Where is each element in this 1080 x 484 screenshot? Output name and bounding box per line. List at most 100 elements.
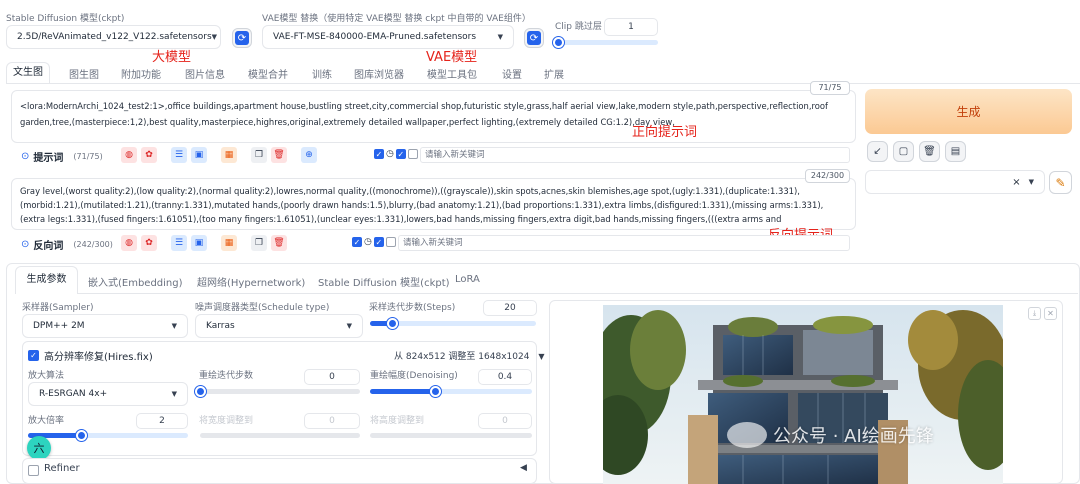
clip-skip-thumb[interactable] [553, 37, 564, 48]
hires-steps-slider[interactable] [200, 389, 360, 394]
chevron-down-icon: ▼ [497, 33, 503, 41]
tab-checkpoint-merger[interactable]: 模型合并 [248, 66, 288, 81]
hires-scale-slider[interactable] [28, 433, 188, 438]
edit-styles-button[interactable]: ✎ [1049, 171, 1072, 194]
bookmark-icon[interactable]: ▣ [191, 235, 207, 251]
negative-prompt-textarea[interactable]: Gray level,(worst quality:2),(low qualit… [11, 178, 856, 230]
positive-keyword-toggles: ✓ ◷ ✓ [374, 149, 418, 159]
chevron-down-icon: ▼ [211, 33, 218, 41]
checkpoint-value: 2.5D/ReVAnimated_v122_V122.safetensors [17, 32, 212, 42]
tab-txt2img[interactable]: 文生图 [6, 62, 50, 84]
checkpoint-refresh-button[interactable]: ⟳ [232, 28, 252, 48]
upscaler-select[interactable]: R-ESRGAN 4x+ ▼ [28, 382, 188, 406]
tab-settings[interactable]: 设置 [502, 66, 522, 81]
copy-icon[interactable]: ❐ [251, 235, 267, 251]
collapse-arrow-icon[interactable]: ▼ [538, 352, 544, 361]
translate-icon[interactable]: ◍ [121, 147, 137, 163]
grid-icon[interactable]: ▦ [221, 235, 237, 251]
keyword-toggle-checkbox[interactable] [407, 149, 418, 159]
translate-icon[interactable]: ◍ [121, 235, 137, 251]
hires-scale-thumb[interactable] [75, 430, 87, 441]
keyword-toggle-checkbox[interactable]: ✓ [374, 149, 384, 159]
vae-value: VAE-FT-MSE-840000-EMA-Pruned.safetensors [273, 32, 477, 42]
steps-thumb[interactable] [386, 318, 398, 329]
history-icon[interactable]: ◷ [364, 237, 372, 247]
clear-icon[interactable]: × [1012, 177, 1020, 188]
hires-fix-checkbox[interactable]: ✓ [28, 350, 39, 361]
tab-extras[interactable]: 附加功能 [121, 66, 161, 81]
tab-png-info[interactable]: 图片信息 [185, 66, 225, 81]
refiner-checkbox[interactable] [28, 465, 39, 476]
negative-prompt-header[interactable]: ⊙ 反向词 (242/300) [21, 237, 113, 252]
gallery-tools: ⤓ ✕ [1028, 307, 1057, 320]
sampler-select[interactable]: DPM++ 2M ▼ [22, 314, 188, 338]
positive-prompt-header[interactable]: ⊙ 提示词 (71/75) [21, 149, 103, 164]
tab-embedding[interactable]: 嵌入式(Embedding) [88, 274, 183, 289]
read-params-icon[interactable]: ↙ [867, 141, 888, 162]
denoise-slider[interactable] [370, 389, 532, 394]
pencil-icon: ✎ [1055, 175, 1066, 190]
grid-icon[interactable]: ▦ [221, 147, 237, 163]
negative-prompt-toolbar: ◍ ✿ ☰ ▣ ▦ ❐ 🗑 [121, 235, 287, 251]
hires-steps-input[interactable]: 0 [304, 369, 360, 385]
schedule-select[interactable]: Karras ▼ [195, 314, 363, 338]
download-icon[interactable]: ⤓ [1028, 307, 1041, 320]
resize-width-input[interactable]: 0 [304, 413, 360, 429]
tab-extensions[interactable]: 扩展 [544, 66, 564, 81]
trash-icon[interactable]: 🗑 [271, 147, 287, 163]
keyword-toggle-checkbox[interactable]: ✓ [395, 149, 406, 159]
negative-prompt-label: 反向词 [33, 241, 64, 252]
tab-model-toolkit[interactable]: 模型工具包 [427, 66, 477, 81]
hires-steps-thumb[interactable] [195, 386, 206, 397]
keyword-toggle-checkbox[interactable]: ✓ [373, 237, 384, 247]
collapse-icon: ⊙ [21, 151, 30, 162]
edit-list-icon[interactable]: ☰ [171, 235, 187, 251]
generated-image[interactable] [603, 305, 1003, 484]
clip-skip-input[interactable]: 1 [604, 18, 658, 36]
copy-icon[interactable]: ❐ [251, 147, 267, 163]
paste-icon[interactable]: ▢ [893, 141, 914, 162]
trash-icon[interactable]: 🗑 [271, 235, 287, 251]
resize-height-slider[interactable] [370, 433, 532, 438]
collapse-icon: ⊙ [21, 239, 30, 250]
denoise-input[interactable]: 0.4 [478, 369, 532, 385]
styles-select[interactable]: × ▼ [865, 170, 1045, 194]
tab-generation-params[interactable]: 生成参数 [15, 266, 78, 294]
negative-prompt-count: (242/300) [73, 240, 113, 249]
negative-keyword-input[interactable]: 请输入新关键词 [398, 235, 850, 251]
settings-gear-icon[interactable]: ✿ [141, 235, 157, 251]
trash-icon[interactable]: 🗑 [919, 141, 940, 162]
positive-prompt-textarea[interactable]: <lora:ModernArchi_1024_test2:1>,office b… [11, 90, 856, 143]
history-icon[interactable]: ◷ [386, 149, 394, 159]
positive-token-counter: 71/75 [810, 81, 850, 95]
clip-skip-slider[interactable] [558, 40, 658, 45]
keyword-toggle-checkbox[interactable]: ✓ [352, 237, 362, 247]
close-icon[interactable]: ✕ [1044, 307, 1057, 320]
denoise-thumb[interactable] [429, 386, 441, 397]
resize-height-input[interactable]: 0 [478, 413, 532, 429]
watermark: 公众号 · AI绘画先锋 [727, 422, 934, 448]
tab-train[interactable]: 训练 [312, 66, 332, 81]
upscaler-label: 放大算法 [28, 371, 65, 381]
hires-scale-input[interactable]: 2 [136, 413, 188, 429]
edit-list-icon[interactable]: ☰ [171, 147, 187, 163]
resize-width-slider[interactable] [200, 433, 360, 438]
tab-label: 生成参数 [26, 274, 67, 285]
expand-arrow-icon[interactable]: ◀ [520, 463, 527, 473]
tab-sd-checkpoint[interactable]: Stable Diffusion 模型(ckpt) [318, 274, 450, 289]
tab-img2img[interactable]: 图生图 [69, 66, 99, 81]
vae-refresh-button[interactable]: ⟳ [524, 28, 544, 48]
tab-lora[interactable]: LoRA [455, 274, 480, 285]
floating-badge[interactable]: 六 [27, 436, 51, 460]
keyword-toggle-checkbox[interactable] [385, 237, 396, 247]
positive-keyword-input[interactable]: 请输入新关键词 [420, 147, 850, 163]
bookmark-icon[interactable]: ▣ [191, 147, 207, 163]
tab-image-browser[interactable]: 图库浏览器 [354, 66, 404, 81]
globe-icon[interactable]: ⊕ [301, 147, 317, 163]
hires-resize-prefix: 从 [394, 352, 404, 362]
settings-gear-icon[interactable]: ✿ [141, 147, 157, 163]
clipboard-icon[interactable]: ▤ [945, 141, 966, 162]
generate-button[interactable]: 生成 [865, 89, 1072, 134]
tab-hypernetwork[interactable]: 超网络(Hypernetwork) [197, 274, 305, 289]
steps-input[interactable]: 20 [483, 300, 537, 316]
